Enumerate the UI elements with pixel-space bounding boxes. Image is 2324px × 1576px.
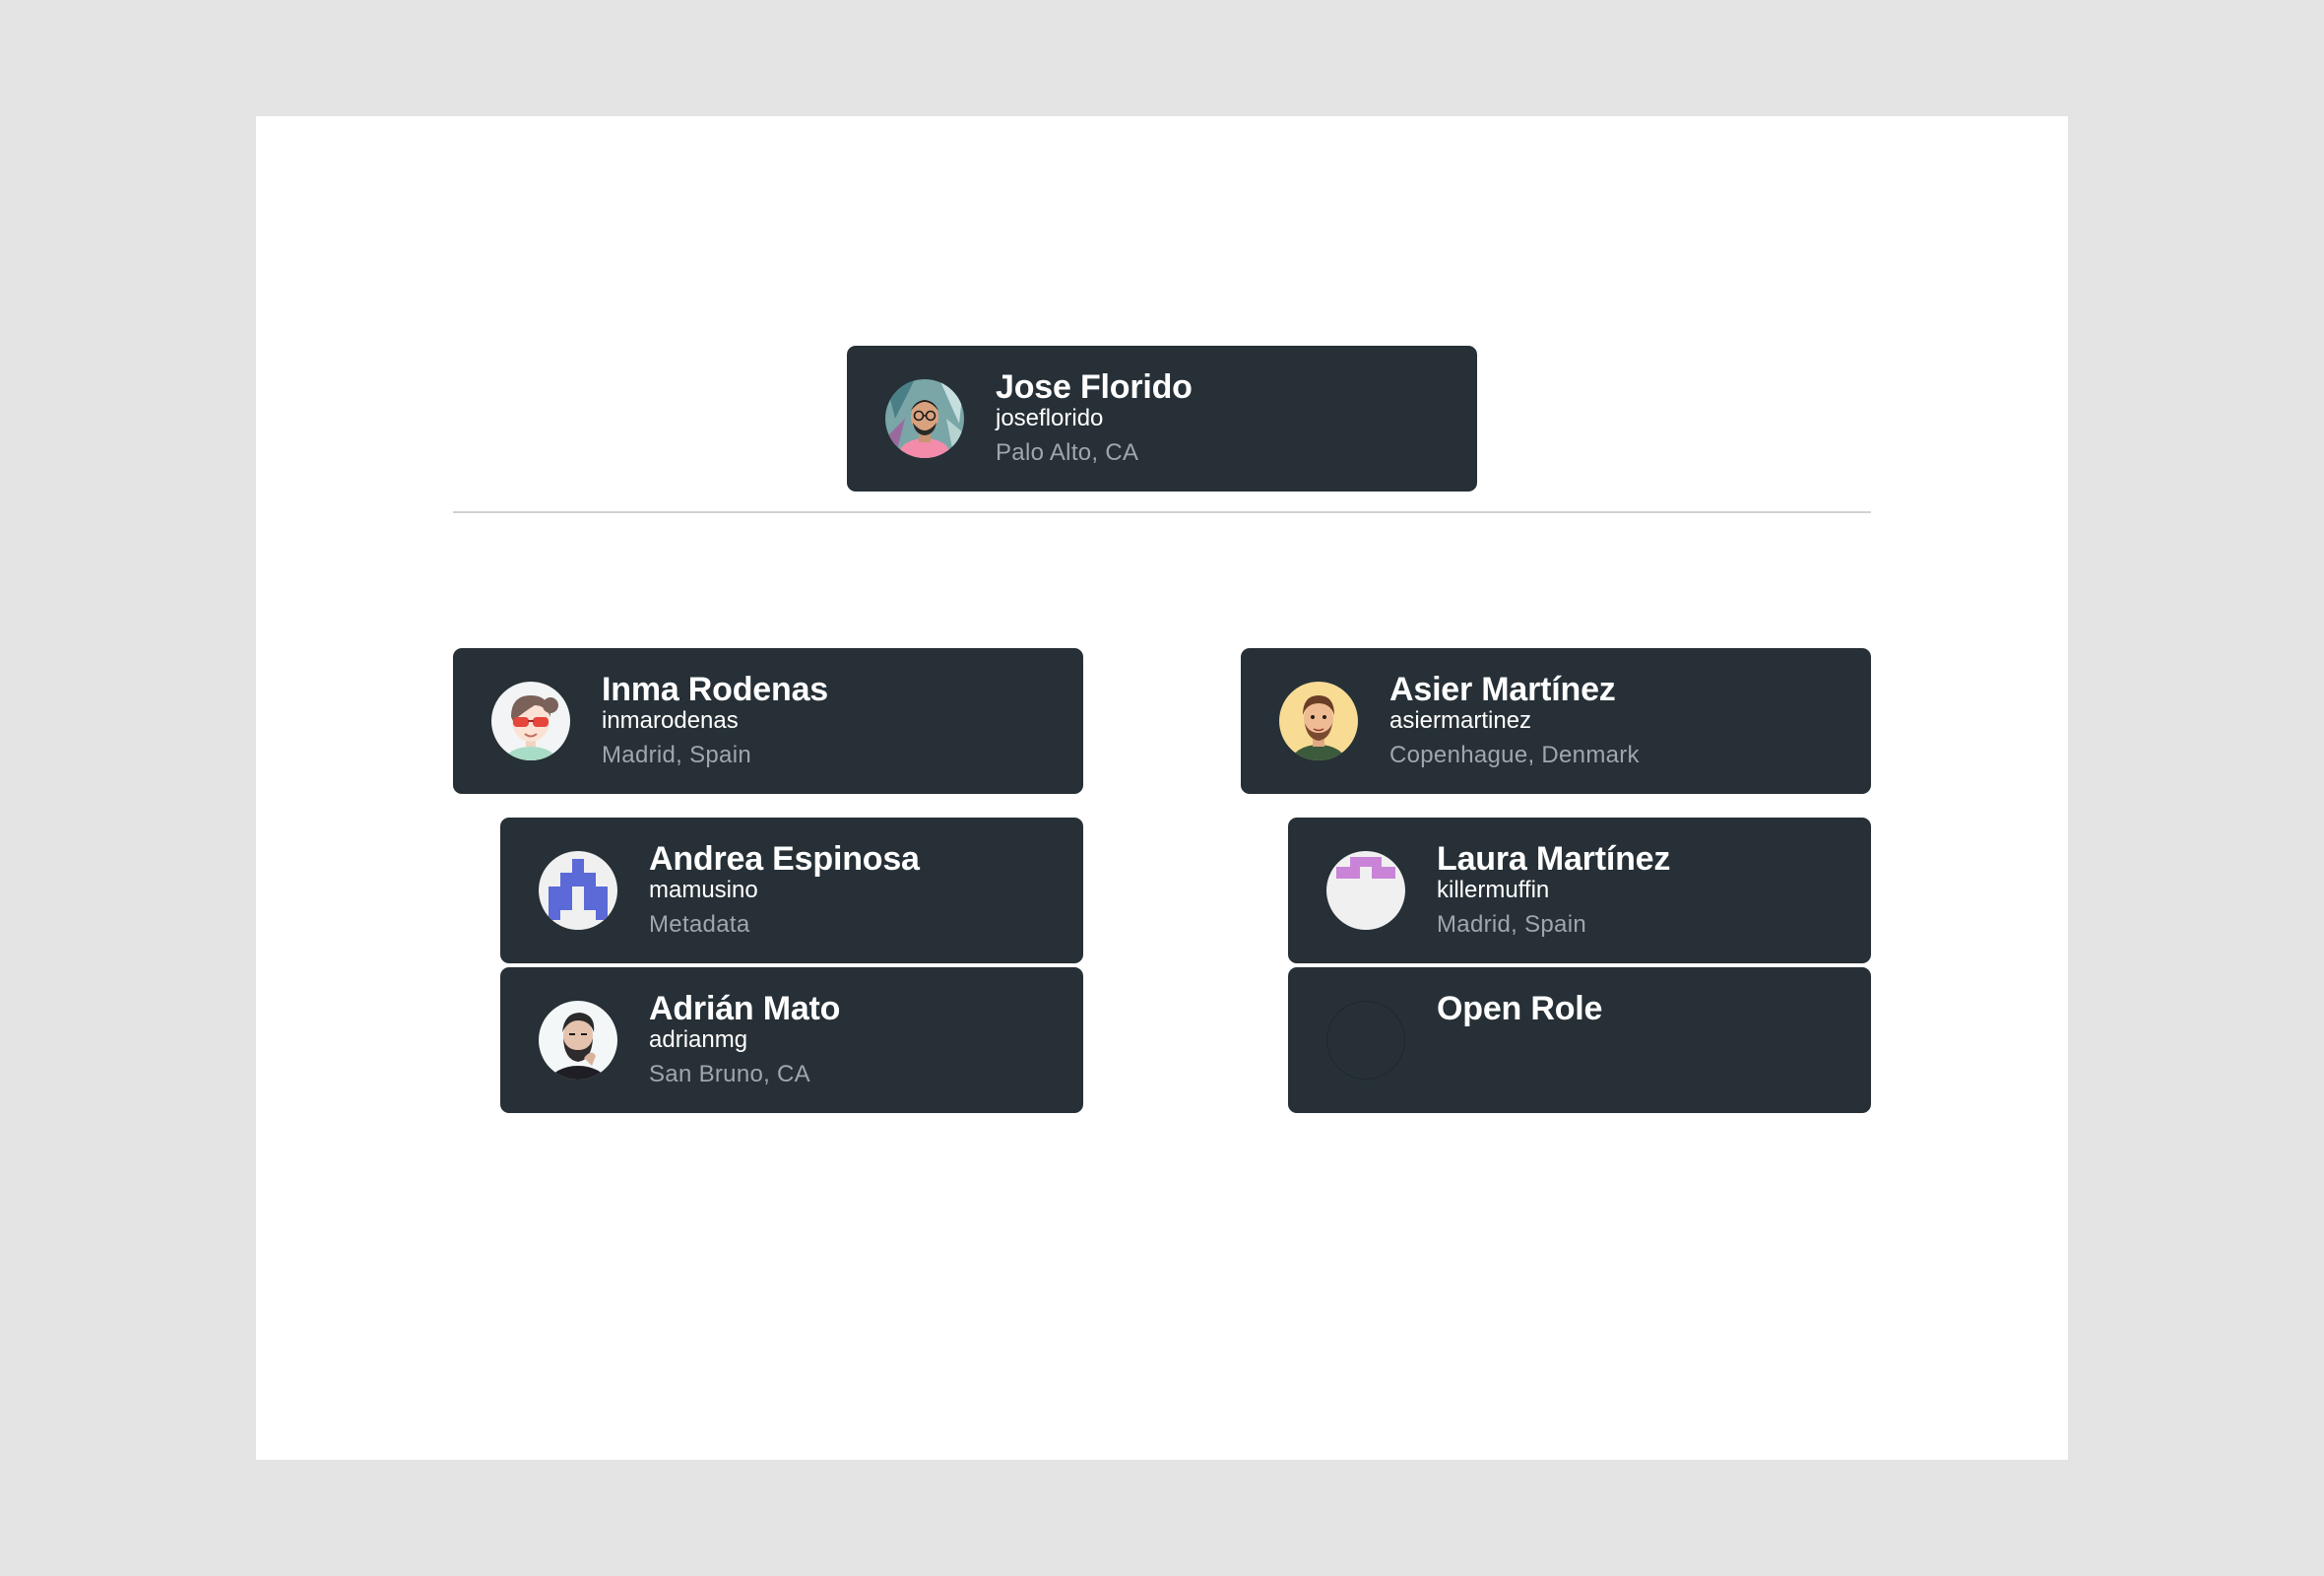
person-card-andrea-espinosa[interactable]: Andrea Espinosa mamusino Metadata xyxy=(500,818,1083,963)
avatar-asier-martinez xyxy=(1279,682,1358,760)
person-card-jose-florido[interactable]: Jose Florido joseflorido Palo Alto, CA xyxy=(847,346,1477,492)
person-username: joseflorido xyxy=(996,405,1104,431)
person-username: asiermartinez xyxy=(1389,707,1532,734)
empty-avatar-placeholder xyxy=(1326,1001,1405,1080)
person-location: Copenhague, Denmark xyxy=(1389,742,1640,768)
person-username: adrianmg xyxy=(649,1026,748,1053)
person-card-asier-martinez[interactable]: Asier Martínez asiermartinez Copenhague,… xyxy=(1241,648,1871,794)
avatar-inma-rodenas xyxy=(491,682,570,760)
person-name: Inma Rodenas xyxy=(602,671,828,708)
avatar-adrian-mato xyxy=(539,1001,617,1080)
person-username: inmarodenas xyxy=(602,707,739,734)
person-name: Andrea Espinosa xyxy=(649,840,920,878)
avatar-andrea-espinosa xyxy=(539,851,617,930)
person-location: Madrid, Spain xyxy=(602,742,751,768)
person-location: Palo Alto, CA xyxy=(996,439,1139,466)
person-username: mamusino xyxy=(649,877,758,903)
person-card-inma-rodenas[interactable]: Inma Rodenas inmarodenas Madrid, Spain xyxy=(453,648,1083,794)
person-name: Jose Florido xyxy=(996,368,1193,406)
person-card-adrian-mato[interactable]: Adrián Mato adrianmg San Bruno, CA xyxy=(500,967,1083,1113)
person-location: San Bruno, CA xyxy=(649,1061,810,1087)
open-role-card[interactable]: Open Role xyxy=(1288,967,1871,1113)
person-name: Laura Martínez xyxy=(1437,840,1671,878)
avatar-laura-martinez xyxy=(1326,851,1405,930)
avatar-jose-florido xyxy=(885,379,964,458)
person-name: Asier Martínez xyxy=(1389,671,1616,708)
person-name: Adrián Mato xyxy=(649,990,841,1027)
open-role-label: Open Role xyxy=(1437,990,1603,1027)
org-chart-canvas: Jose Florido joseflorido Palo Alto, CA I… xyxy=(256,116,2068,1460)
person-location: Metadata xyxy=(649,911,750,938)
person-card-laura-martinez[interactable]: Laura Martínez killermuffin Madrid, Spai… xyxy=(1288,818,1871,963)
person-location: Madrid, Spain xyxy=(1437,911,1586,938)
level-divider xyxy=(453,511,1871,513)
person-username: killermuffin xyxy=(1437,877,1550,903)
